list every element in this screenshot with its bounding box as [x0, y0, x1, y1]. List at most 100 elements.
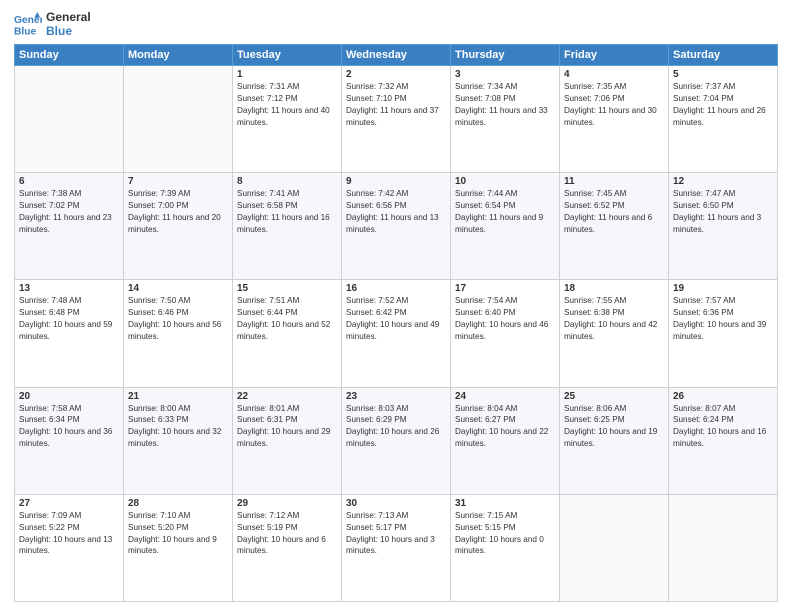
weekday-header-cell: Wednesday: [342, 45, 451, 66]
day-info: Sunrise: 7:10 AM Sunset: 5:20 PM Dayligh…: [128, 510, 228, 558]
day-number: 7: [128, 176, 228, 187]
day-number: 5: [673, 69, 773, 80]
day-info: Sunrise: 7:58 AM Sunset: 6:34 PM Dayligh…: [19, 403, 119, 451]
calendar-cell: 1Sunrise: 7:31 AM Sunset: 7:12 PM Daylig…: [233, 66, 342, 173]
weekday-header-cell: Tuesday: [233, 45, 342, 66]
logo-icon: General Blue: [14, 10, 42, 38]
day-number: 3: [455, 69, 555, 80]
day-info: Sunrise: 7:35 AM Sunset: 7:06 PM Dayligh…: [564, 81, 664, 129]
weekday-header: SundayMondayTuesdayWednesdayThursdayFrid…: [15, 45, 778, 66]
day-number: 30: [346, 498, 446, 509]
day-info: Sunrise: 7:39 AM Sunset: 7:00 PM Dayligh…: [128, 188, 228, 236]
day-info: Sunrise: 8:04 AM Sunset: 6:27 PM Dayligh…: [455, 403, 555, 451]
day-info: Sunrise: 7:15 AM Sunset: 5:15 PM Dayligh…: [455, 510, 555, 558]
day-number: 28: [128, 498, 228, 509]
day-info: Sunrise: 7:45 AM Sunset: 6:52 PM Dayligh…: [564, 188, 664, 236]
calendar-cell: 6Sunrise: 7:38 AM Sunset: 7:02 PM Daylig…: [15, 173, 124, 280]
day-info: Sunrise: 7:57 AM Sunset: 6:36 PM Dayligh…: [673, 295, 773, 343]
calendar-row: 6Sunrise: 7:38 AM Sunset: 7:02 PM Daylig…: [15, 173, 778, 280]
calendar-table: SundayMondayTuesdayWednesdayThursdayFrid…: [14, 44, 778, 602]
calendar-cell: 18Sunrise: 7:55 AM Sunset: 6:38 PM Dayli…: [560, 280, 669, 387]
day-info: Sunrise: 7:12 AM Sunset: 5:19 PM Dayligh…: [237, 510, 337, 558]
day-number: 29: [237, 498, 337, 509]
day-info: Sunrise: 7:55 AM Sunset: 6:38 PM Dayligh…: [564, 295, 664, 343]
day-number: 19: [673, 283, 773, 294]
calendar-cell: 31Sunrise: 7:15 AM Sunset: 5:15 PM Dayli…: [451, 494, 560, 601]
calendar-row: 1Sunrise: 7:31 AM Sunset: 7:12 PM Daylig…: [15, 66, 778, 173]
calendar-cell: [669, 494, 778, 601]
day-info: Sunrise: 7:38 AM Sunset: 7:02 PM Dayligh…: [19, 188, 119, 236]
calendar-cell: 10Sunrise: 7:44 AM Sunset: 6:54 PM Dayli…: [451, 173, 560, 280]
day-info: Sunrise: 7:09 AM Sunset: 5:22 PM Dayligh…: [19, 510, 119, 558]
svg-text:Blue: Blue: [14, 26, 37, 37]
calendar-cell: [560, 494, 669, 601]
calendar-cell: 19Sunrise: 7:57 AM Sunset: 6:36 PM Dayli…: [669, 280, 778, 387]
weekday-header-cell: Monday: [124, 45, 233, 66]
calendar-body: 1Sunrise: 7:31 AM Sunset: 7:12 PM Daylig…: [15, 66, 778, 602]
day-info: Sunrise: 7:54 AM Sunset: 6:40 PM Dayligh…: [455, 295, 555, 343]
day-number: 20: [19, 391, 119, 402]
calendar-row: 27Sunrise: 7:09 AM Sunset: 5:22 PM Dayli…: [15, 494, 778, 601]
calendar-cell: 21Sunrise: 8:00 AM Sunset: 6:33 PM Dayli…: [124, 387, 233, 494]
weekday-header-cell: Thursday: [451, 45, 560, 66]
calendar-cell: 29Sunrise: 7:12 AM Sunset: 5:19 PM Dayli…: [233, 494, 342, 601]
day-number: 14: [128, 283, 228, 294]
day-info: Sunrise: 7:13 AM Sunset: 5:17 PM Dayligh…: [346, 510, 446, 558]
day-info: Sunrise: 7:32 AM Sunset: 7:10 PM Dayligh…: [346, 81, 446, 129]
day-info: Sunrise: 8:01 AM Sunset: 6:31 PM Dayligh…: [237, 403, 337, 451]
day-number: 12: [673, 176, 773, 187]
day-info: Sunrise: 7:34 AM Sunset: 7:08 PM Dayligh…: [455, 81, 555, 129]
day-info: Sunrise: 7:41 AM Sunset: 6:58 PM Dayligh…: [237, 188, 337, 236]
weekday-header-cell: Saturday: [669, 45, 778, 66]
day-number: 8: [237, 176, 337, 187]
calendar-cell: 4Sunrise: 7:35 AM Sunset: 7:06 PM Daylig…: [560, 66, 669, 173]
day-number: 18: [564, 283, 664, 294]
day-number: 17: [455, 283, 555, 294]
calendar-cell: 15Sunrise: 7:51 AM Sunset: 6:44 PM Dayli…: [233, 280, 342, 387]
day-number: 2: [346, 69, 446, 80]
day-number: 23: [346, 391, 446, 402]
day-info: Sunrise: 8:07 AM Sunset: 6:24 PM Dayligh…: [673, 403, 773, 451]
weekday-header-cell: Sunday: [15, 45, 124, 66]
calendar-cell: 11Sunrise: 7:45 AM Sunset: 6:52 PM Dayli…: [560, 173, 669, 280]
calendar-cell: 12Sunrise: 7:47 AM Sunset: 6:50 PM Dayli…: [669, 173, 778, 280]
day-number: 10: [455, 176, 555, 187]
day-info: Sunrise: 7:48 AM Sunset: 6:48 PM Dayligh…: [19, 295, 119, 343]
calendar-cell: 2Sunrise: 7:32 AM Sunset: 7:10 PM Daylig…: [342, 66, 451, 173]
calendar-row: 20Sunrise: 7:58 AM Sunset: 6:34 PM Dayli…: [15, 387, 778, 494]
day-info: Sunrise: 7:47 AM Sunset: 6:50 PM Dayligh…: [673, 188, 773, 236]
day-number: 21: [128, 391, 228, 402]
calendar-cell: 28Sunrise: 7:10 AM Sunset: 5:20 PM Dayli…: [124, 494, 233, 601]
day-number: 11: [564, 176, 664, 187]
day-number: 9: [346, 176, 446, 187]
calendar-cell: 30Sunrise: 7:13 AM Sunset: 5:17 PM Dayli…: [342, 494, 451, 601]
day-info: Sunrise: 8:06 AM Sunset: 6:25 PM Dayligh…: [564, 403, 664, 451]
day-number: 25: [564, 391, 664, 402]
day-info: Sunrise: 7:51 AM Sunset: 6:44 PM Dayligh…: [237, 295, 337, 343]
day-number: 4: [564, 69, 664, 80]
day-info: Sunrise: 7:52 AM Sunset: 6:42 PM Dayligh…: [346, 295, 446, 343]
calendar-cell: 16Sunrise: 7:52 AM Sunset: 6:42 PM Dayli…: [342, 280, 451, 387]
day-number: 1: [237, 69, 337, 80]
day-info: Sunrise: 7:42 AM Sunset: 6:56 PM Dayligh…: [346, 188, 446, 236]
calendar-cell: 23Sunrise: 8:03 AM Sunset: 6:29 PM Dayli…: [342, 387, 451, 494]
calendar-cell: 7Sunrise: 7:39 AM Sunset: 7:00 PM Daylig…: [124, 173, 233, 280]
page: General Blue General Blue SundayMondayTu…: [0, 0, 792, 612]
calendar-cell: 13Sunrise: 7:48 AM Sunset: 6:48 PM Dayli…: [15, 280, 124, 387]
day-number: 15: [237, 283, 337, 294]
day-number: 16: [346, 283, 446, 294]
day-info: Sunrise: 8:00 AM Sunset: 6:33 PM Dayligh…: [128, 403, 228, 451]
calendar-cell: 5Sunrise: 7:37 AM Sunset: 7:04 PM Daylig…: [669, 66, 778, 173]
day-number: 31: [455, 498, 555, 509]
day-number: 6: [19, 176, 119, 187]
weekday-header-cell: Friday: [560, 45, 669, 66]
calendar-cell: 17Sunrise: 7:54 AM Sunset: 6:40 PM Dayli…: [451, 280, 560, 387]
calendar-cell: 20Sunrise: 7:58 AM Sunset: 6:34 PM Dayli…: [15, 387, 124, 494]
day-number: 26: [673, 391, 773, 402]
day-info: Sunrise: 7:44 AM Sunset: 6:54 PM Dayligh…: [455, 188, 555, 236]
header: General Blue General Blue: [14, 10, 778, 38]
calendar-row: 13Sunrise: 7:48 AM Sunset: 6:48 PM Dayli…: [15, 280, 778, 387]
day-number: 27: [19, 498, 119, 509]
calendar-cell: 27Sunrise: 7:09 AM Sunset: 5:22 PM Dayli…: [15, 494, 124, 601]
calendar-cell: [124, 66, 233, 173]
